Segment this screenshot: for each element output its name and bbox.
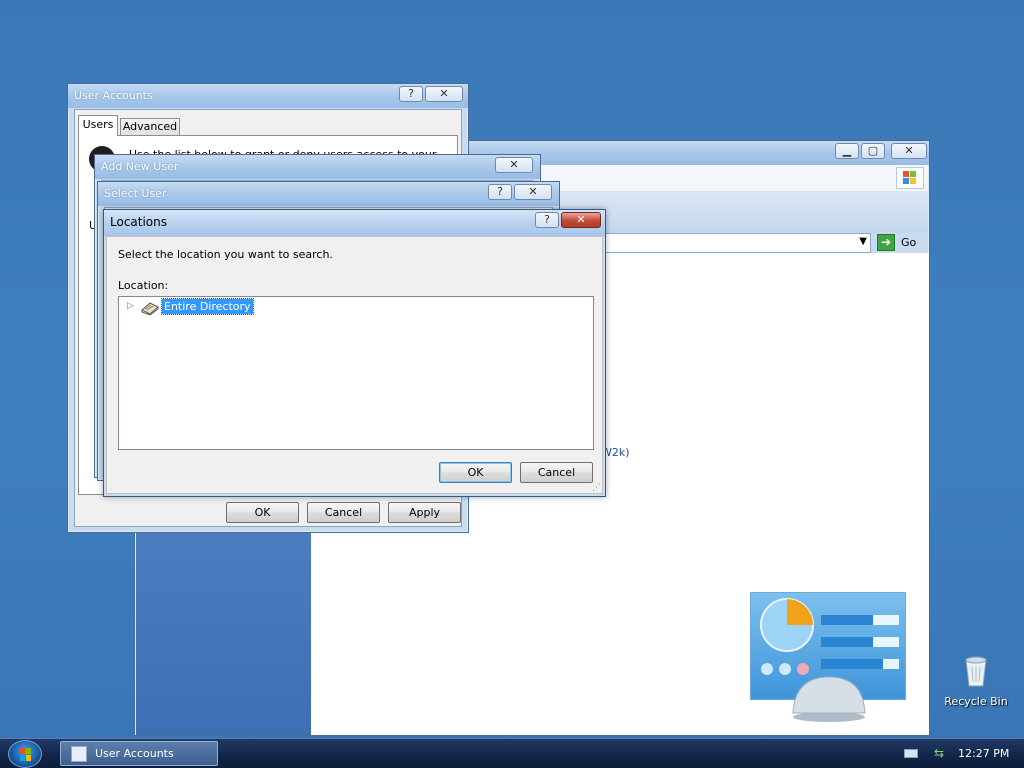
locations-client: Select the location you want to search. … xyxy=(106,236,603,494)
control-panel-illustration-icon xyxy=(750,592,906,722)
location-tree[interactable]: ▷ Entire Directory xyxy=(118,296,594,450)
chevron-down-icon[interactable]: ▼ xyxy=(859,236,867,247)
tree-item-label[interactable]: Entire Directory xyxy=(161,298,254,315)
system-tray: ⇆ 12:27 PM xyxy=(894,739,1024,768)
ok-button[interactable]: OK xyxy=(439,462,512,483)
locations-titlebar xyxy=(104,210,605,236)
close-button[interactable]: ✕ xyxy=(561,212,601,228)
tab-advanced[interactable]: Advanced xyxy=(120,118,180,136)
close-button[interactable]: ✕ xyxy=(891,143,927,159)
add-new-user-title: Add New User xyxy=(101,160,179,173)
network-icon[interactable]: ⇆ xyxy=(934,746,948,760)
locations-dialog: Locations ? ✕ Select the location you wa… xyxy=(103,209,606,497)
cancel-button[interactable]: Cancel xyxy=(307,502,380,523)
tab-users[interactable]: Users xyxy=(78,115,118,136)
close-button[interactable]: ✕ xyxy=(425,86,463,102)
taskbar-item-label: User Accounts xyxy=(95,747,174,760)
taskbar: User Accounts ⇆ 12:27 PM xyxy=(0,738,1024,768)
keyboard-icon[interactable] xyxy=(904,749,918,758)
expand-arrow-icon[interactable]: ▷ xyxy=(127,301,134,311)
cancel-button[interactable]: Cancel xyxy=(520,462,593,483)
go-button[interactable]: ➔ Go xyxy=(875,233,925,253)
windows-logo-icon xyxy=(896,167,924,189)
close-button[interactable]: ✕ xyxy=(495,157,533,173)
location-label: Location: xyxy=(118,279,169,292)
address-bar[interactable]: ▼ xyxy=(605,233,871,253)
locations-title: Locations xyxy=(110,215,168,229)
tree-item-entire-directory[interactable]: ▷ Entire Directory xyxy=(125,298,325,316)
apply-button[interactable]: Apply xyxy=(388,502,461,523)
go-label: Go xyxy=(901,236,917,249)
start-button[interactable] xyxy=(8,740,42,768)
clock[interactable]: 12:27 PM xyxy=(958,747,1009,760)
recycle-bin-icon xyxy=(963,655,989,687)
directory-book-icon xyxy=(141,299,159,316)
minimize-button[interactable]: ▁ xyxy=(835,143,859,159)
help-button[interactable]: ? xyxy=(399,86,423,102)
help-button[interactable]: ? xyxy=(488,184,512,200)
ok-button[interactable]: OK xyxy=(226,502,299,523)
maximize-button[interactable]: ▢ xyxy=(861,143,885,159)
resize-grip-icon[interactable]: ⋰ xyxy=(592,484,601,493)
user-accounts-title: User Accounts xyxy=(74,89,153,102)
select-user-title: Select User xyxy=(104,187,167,200)
recycle-bin[interactable]: Recycle Bin xyxy=(940,655,1012,711)
close-button[interactable]: ✕ xyxy=(514,184,552,200)
windows-logo-icon xyxy=(20,748,31,761)
locations-instruction: Select the location you want to search. xyxy=(118,248,333,261)
recycle-bin-label: Recycle Bin xyxy=(944,695,1008,708)
taskbar-item-user-accounts[interactable]: User Accounts xyxy=(60,741,218,766)
user-accounts-task-icon xyxy=(71,746,87,762)
go-arrow-icon: ➔ xyxy=(877,234,895,251)
help-button[interactable]: ? xyxy=(535,212,559,228)
